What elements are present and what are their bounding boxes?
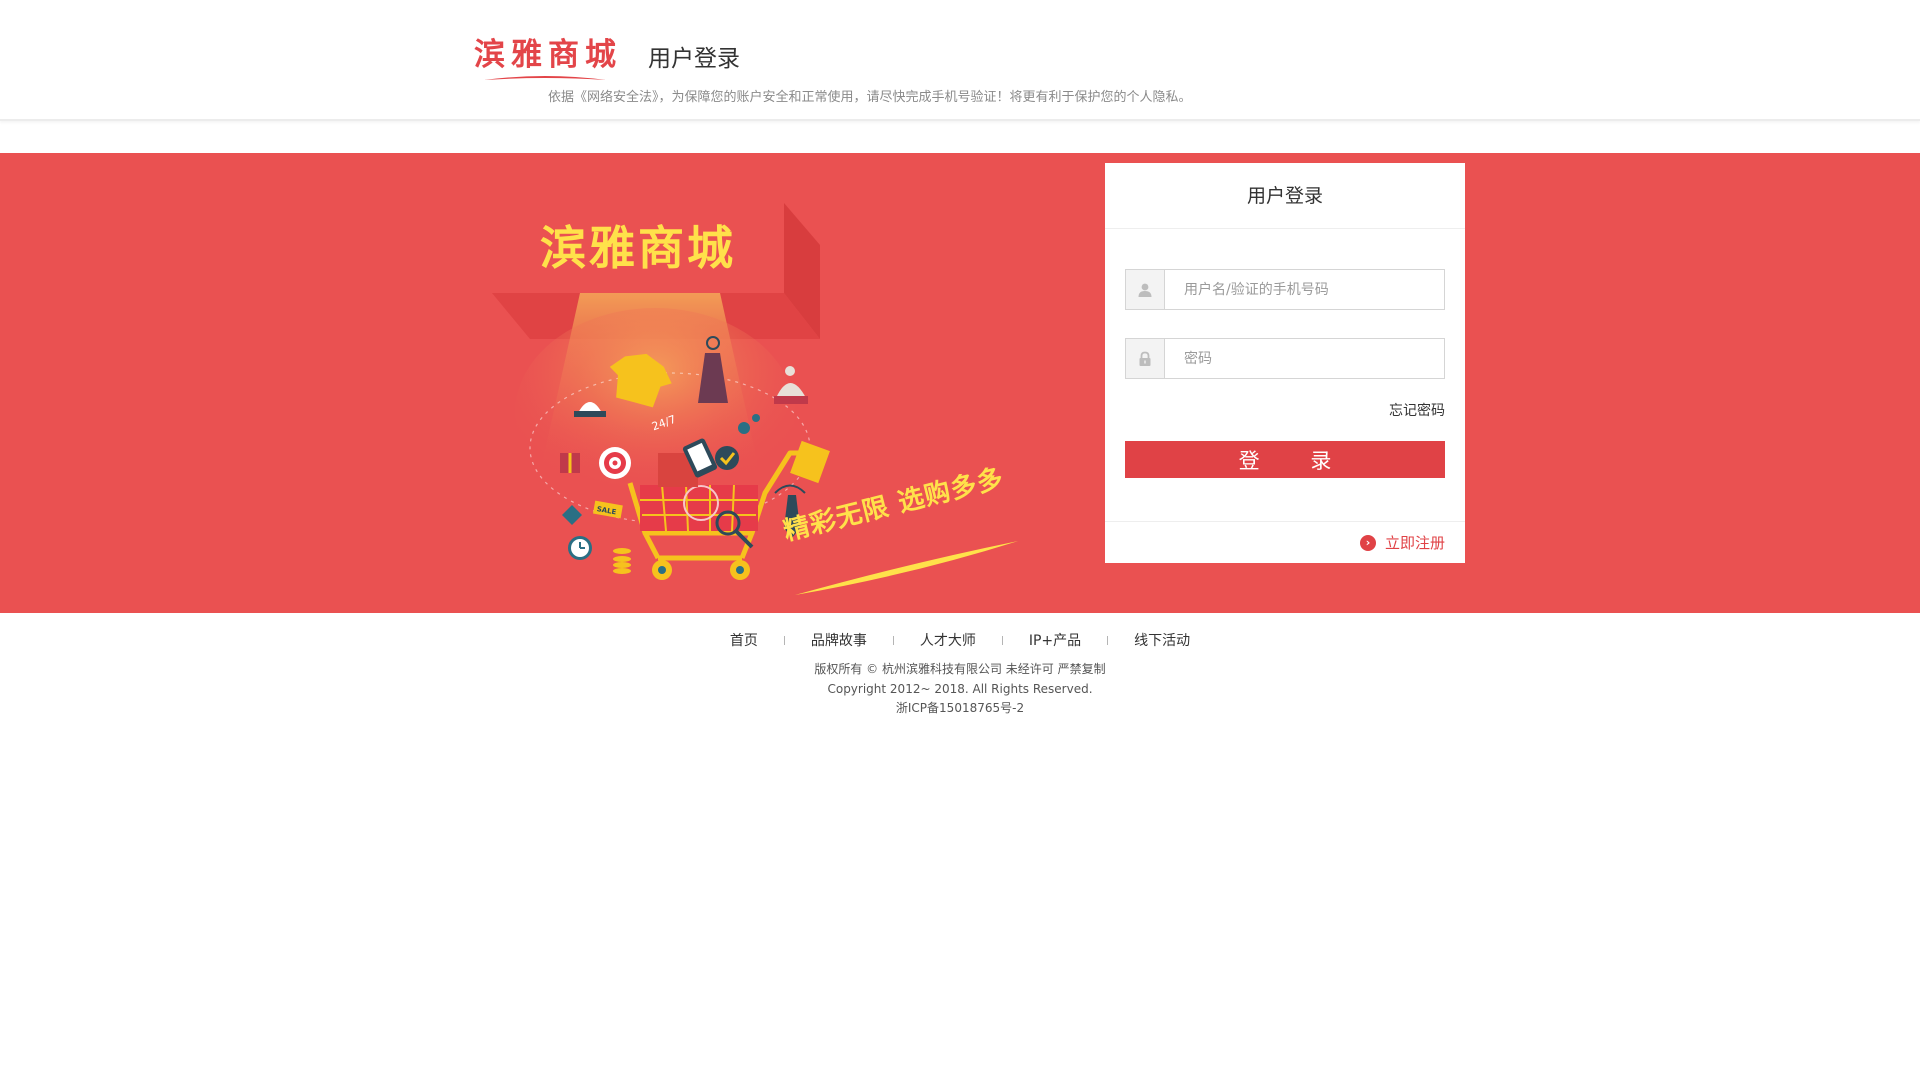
user-icon (1126, 270, 1165, 309)
login-button[interactable]: 登 录 (1125, 441, 1445, 478)
footer-nav-talent[interactable]: 人才大师 (920, 630, 976, 650)
footer-nav-ip-products[interactable]: IP+产品 (1029, 630, 1081, 650)
footer-nav: 首页 品牌故事 人才大师 IP+产品 线下活动 (0, 630, 1920, 650)
footer-nav-divider (783, 635, 785, 645)
username-input[interactable] (1166, 270, 1444, 309)
footer-nav-divider (1107, 635, 1109, 645)
site-header: 滨雅商城 用户登录 依据《网络安全法》，为保障您的账户安全和正常使用，请尽快完成… (0, 0, 1920, 121)
site-logo[interactable]: 滨雅商城 (474, 36, 622, 82)
footer-nav-divider (1001, 635, 1003, 645)
register-link[interactable]: › 立即注册 (1359, 532, 1445, 553)
login-card-footer: › 立即注册 (1105, 521, 1465, 563)
promo-title: 滨雅商城 (540, 221, 736, 275)
footer-copyright: 版权所有 © 杭州滨雅科技有限公司 未经许可 严禁复制 (814, 662, 1106, 676)
password-field[interactable] (1125, 338, 1445, 379)
page-title: 用户登录 (648, 46, 740, 72)
promo-illustration: SALE 24/7 滨雅商城 精彩无限 选购多多 (490, 203, 1030, 603)
footer-nav-offline-events[interactable]: 线下活动 (1134, 630, 1190, 650)
logo-text: 滨雅商城 (474, 37, 622, 73)
username-field[interactable] (1125, 269, 1445, 310)
footer-info: 版权所有 © 杭州滨雅科技有限公司 未经许可 严禁复制 Copyright 20… (0, 660, 1920, 719)
footer-nav-home[interactable]: 首页 (730, 630, 758, 650)
footer-nav-brand-story[interactable]: 品牌故事 (811, 630, 867, 650)
login-banner: SALE 24/7 滨雅商城 精彩无限 选购多多 用户登录 用户名/验证的手机号… (0, 153, 1920, 613)
footer-icp: 浙ICP备15018765号-2 (895, 701, 1025, 715)
security-notice: 依据《网络安全法》，为保障您的账户安全和正常使用，请尽快完成手机号验证！将更有利… (548, 90, 1192, 105)
login-card-title: 用户登录 (1105, 163, 1465, 229)
footer-rights: Copyright 2012~ 2018. All Rights Reserve… (827, 681, 1093, 696)
lock-icon (1126, 339, 1165, 378)
password-input[interactable] (1166, 339, 1444, 378)
register-link-text: 立即注册 (1384, 534, 1445, 552)
footer-nav-divider (892, 635, 894, 645)
login-card: 用户登录 忘记密码 登 录 (1105, 163, 1465, 563)
logo-swoosh (484, 76, 606, 80)
chevron-right-circle-icon: › (1359, 534, 1376, 551)
forgot-password-link[interactable]: 忘记密码 (1389, 400, 1445, 420)
